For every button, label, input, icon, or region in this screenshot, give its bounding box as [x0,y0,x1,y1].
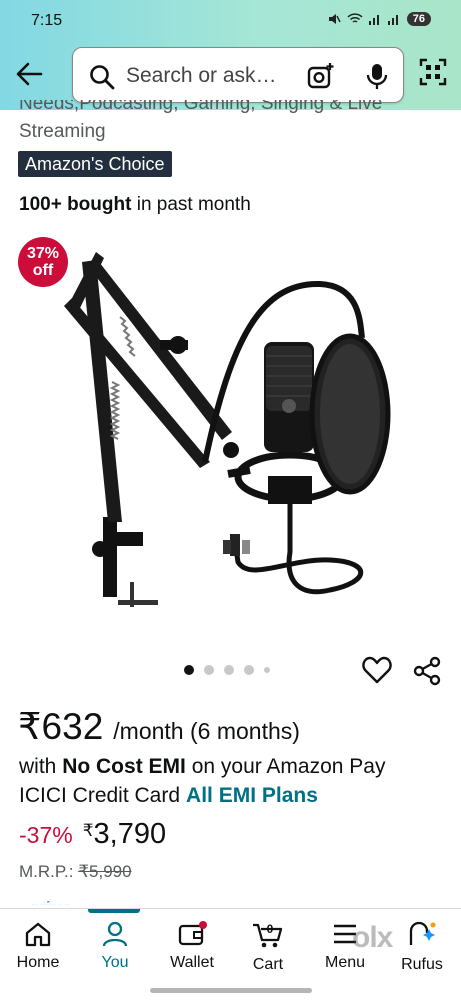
emi-price: ₹632 [18,706,104,747]
status-time: 7:15 [31,12,63,29]
share-icon[interactable] [412,656,442,686]
camera-lens-icon[interactable] [306,62,336,90]
nav-menu-label: Menu [324,954,366,971]
product-title-end: Streaming [19,121,106,142]
mrp-label: M.R.P.: [19,862,79,881]
nav-you[interactable]: You [80,921,150,972]
nav-cart-label: Cart [252,956,284,973]
wifi-icon [347,13,363,23]
nav-rufus-label: Rufus [401,956,443,973]
currency-symbol: ₹ [82,821,94,840]
bought-count-bold: 100+ bought [19,194,132,215]
battery-indicator: 76 [406,12,431,26]
nav-home-label: Home [16,954,60,971]
status-icons: 76 [327,12,431,26]
nav-wallet-label: Wallet [170,954,214,971]
carousel-dot-1[interactable] [184,665,194,675]
nav-home[interactable]: Home [3,921,73,972]
emi-description: with No Cost EMI on your Amazon Pay [19,755,385,779]
gesture-home-bar[interactable] [150,988,312,993]
bought-count: 100+ bought in past month [19,194,251,216]
search-icon [90,65,115,90]
all-emi-plans-link[interactable]: All EMI Plans [186,784,318,807]
app-header: 7:15 76 Search or ask… [0,0,461,110]
cart-count: 0 [267,922,274,936]
signal-icon [368,15,379,25]
search-input[interactable]: Search or ask… [126,64,277,88]
product-image[interactable] [0,222,461,652]
carousel-dot-3[interactable] [224,665,234,675]
emi-prefix: with [19,755,63,778]
discount-badge-off: off [32,262,54,279]
nav-rufus[interactable]: Rufus [387,921,457,974]
image-carousel-dots[interactable] [184,665,270,675]
wallet-icon [178,921,207,946]
emi-unit: /month (6 months) [113,718,300,744]
microphone-icon[interactable] [366,62,388,90]
cart-icon: 0 [253,922,283,948]
nav-wallet[interactable]: Wallet [157,921,227,972]
emi-suffix: on your Amazon Pay [185,755,386,778]
discount-badge: 37% off [18,237,68,287]
carousel-dot-5[interactable] [264,667,270,673]
sale-price-value: 3,790 [93,818,167,850]
discount-badge-percent: 37% [26,245,60,262]
search-bar[interactable]: Search or ask… [72,47,404,103]
mrp-value: ₹5,990 [78,862,132,881]
emi-card-line: ICICI Credit Card All EMI Plans [19,784,318,808]
home-icon [25,922,51,947]
user-icon [102,921,128,947]
olx-watermark: olx [352,921,393,954]
active-tab-indicator [88,909,140,913]
discount-percent: -37% [19,822,73,848]
mute-icon [328,14,341,24]
carousel-dot-4[interactable] [244,665,254,675]
nav-you-label: You [101,954,129,971]
back-arrow-icon[interactable] [14,60,44,88]
signal-icon-2 [387,15,398,25]
emi-price-row: ₹632/month (6 months) [18,705,300,748]
qr-scanner-icon[interactable] [419,58,447,86]
nav-cart[interactable]: 0 Cart [233,921,303,974]
amazons-choice-badge: Amazon's Choice [18,151,172,177]
sale-price: ₹3,790 [83,818,166,850]
emi-card-name: ICICI Credit Card [19,784,181,807]
mrp-row: M.R.P.: ₹5,990 [19,862,132,882]
carousel-dot-2[interactable] [204,665,214,675]
rufus-icon [409,921,436,945]
bought-count-rest: in past month [131,194,251,215]
wishlist-heart-icon[interactable] [362,656,392,684]
discount-price-row: -37% ₹3,790 [19,818,166,851]
no-cost-emi-label: No Cost EMI [62,755,186,778]
